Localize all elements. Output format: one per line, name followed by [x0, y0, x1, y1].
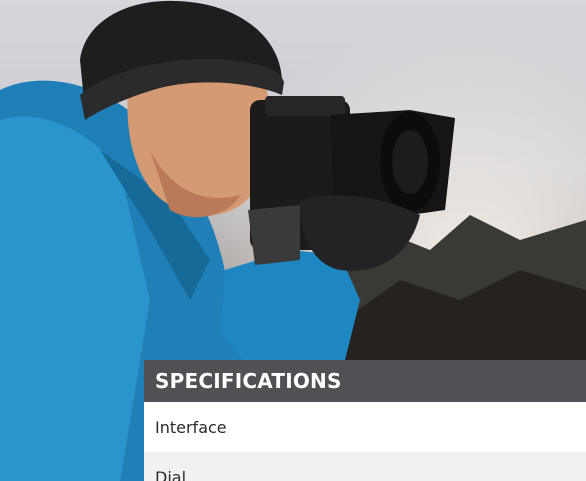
spec-row-label: Interface — [155, 417, 227, 437]
spec-row-interface[interactable]: Interface — [144, 402, 586, 452]
specifications-heading: SPECIFICATIONS — [144, 360, 586, 402]
spec-row-label: Dial — [155, 467, 187, 481]
specifications-panel: SPECIFICATIONS Interface Dial — [144, 360, 586, 481]
spec-row-dial[interactable]: Dial — [144, 452, 586, 481]
